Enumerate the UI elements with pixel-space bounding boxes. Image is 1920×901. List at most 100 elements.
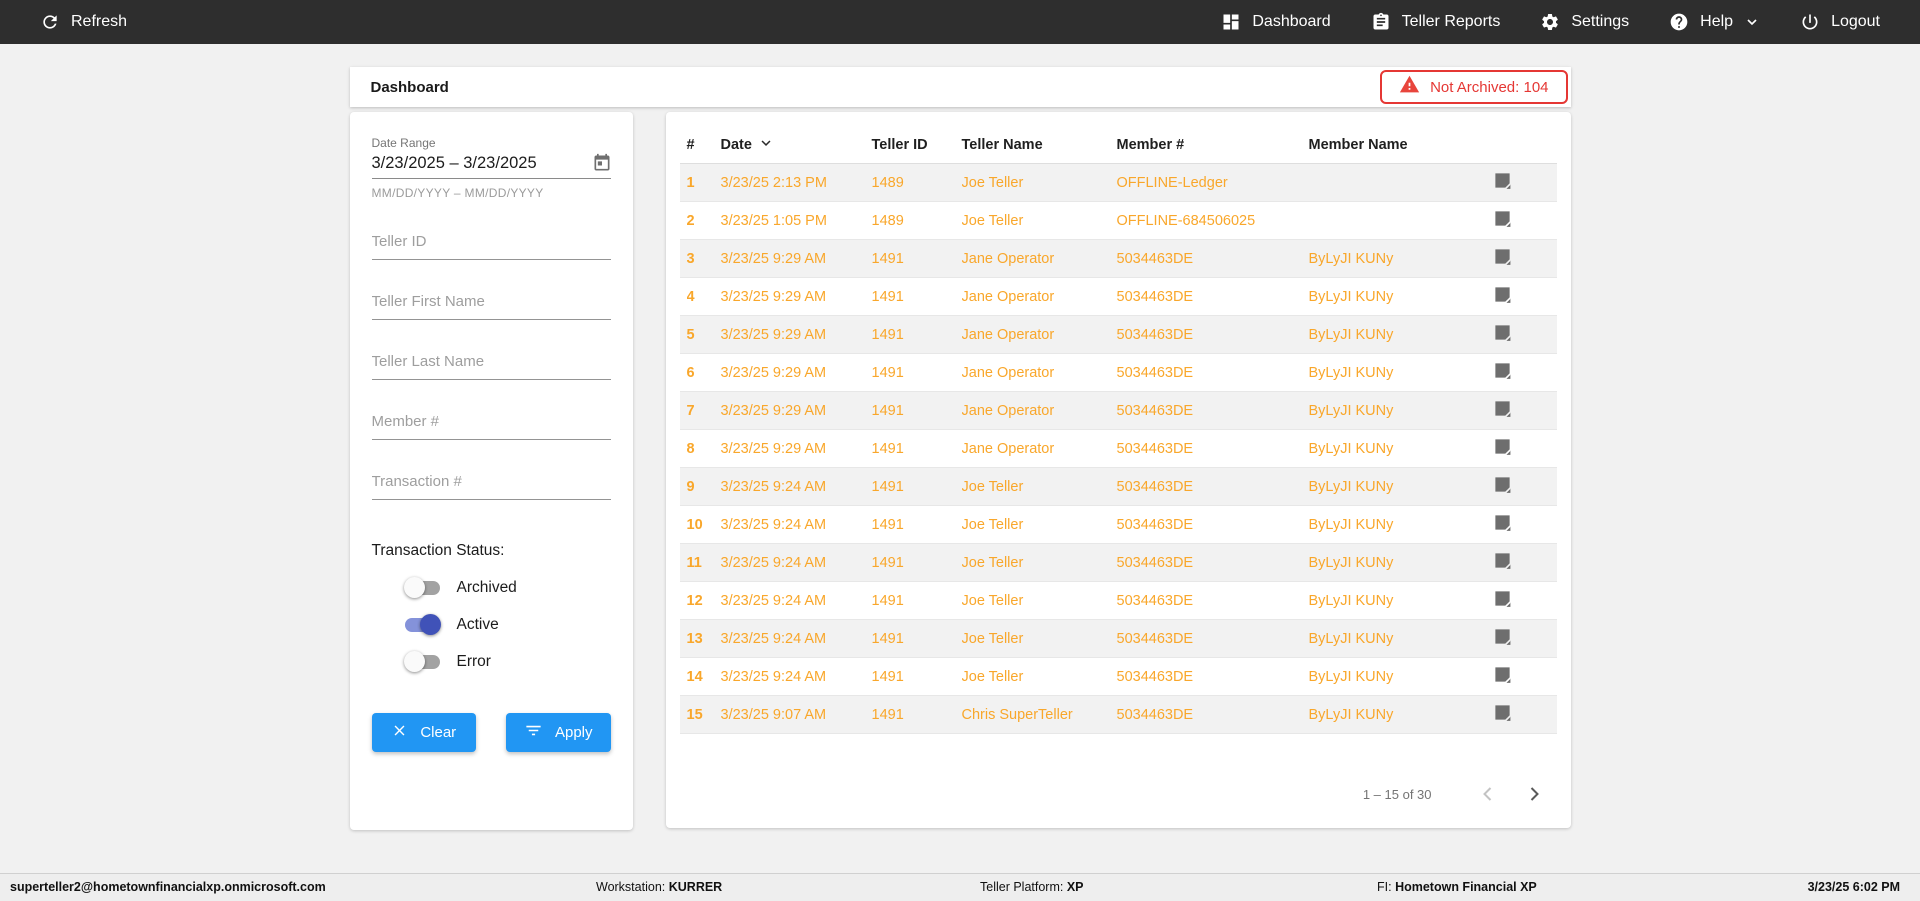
table-row[interactable]: 2 3/23/25 1:05 PM 1489 Joe Teller OFFLIN… [679,202,1557,240]
cell-member-number: 5034463DE [1116,630,1194,647]
col-teller-name: Teller Name [961,136,1043,153]
table-row[interactable]: 6 3/23/25 9:29 AM 1491 Jane Operator 503… [679,354,1557,392]
date-range-helper: MM/DD/YYYY – MM/DD/YYYY [371,186,544,200]
col-number: # [686,136,695,153]
table-row[interactable]: 4 3/23/25 9:29 AM 1491 Jane Operator 503… [679,278,1557,316]
table-row[interactable]: 7 3/23/25 9:29 AM 1491 Jane Operator 503… [679,392,1557,430]
date-picker-button[interactable] [592,153,612,173]
top-navbar: Refresh Dashboard Teller Reports Setting… [0,0,1920,44]
table-row[interactable]: 13 3/23/25 9:24 AM 1491 Joe Teller 50344… [679,620,1557,658]
error-toggle[interactable]: Error [372,651,611,672]
teller-last-name-input[interactable] [371,353,611,370]
cell-member-name: ByLyJI KUNy [1308,288,1394,305]
cell-teller-name: Jane Operator [961,440,1055,457]
cell-num: 1 [686,174,695,191]
table-row[interactable]: 1 3/23/25 2:13 PM 1489 Joe Teller OFFLIN… [679,164,1557,202]
cell-member-name: ByLyJI KUNy [1308,668,1394,685]
note-icon[interactable] [1493,171,1512,195]
teller-first-name-input[interactable] [371,293,611,310]
table-row[interactable]: 11 3/23/25 9:24 AM 1491 Joe Teller 50344… [679,544,1557,582]
cell-teller-id: 1491 [871,630,904,647]
note-icon[interactable] [1493,513,1512,537]
transaction-number-input[interactable] [371,473,611,490]
next-page-button[interactable] [1522,782,1546,806]
cell-teller-name: Jane Operator [961,364,1055,381]
note-icon[interactable] [1493,627,1512,651]
table-row[interactable]: 3 3/23/25 9:29 AM 1491 Jane Operator 503… [679,240,1557,278]
note-icon[interactable] [1493,399,1512,423]
clear-button[interactable]: Clear [371,713,476,752]
chevron-left-icon [1476,787,1500,809]
cell-member-name: ByLyJI KUNy [1308,440,1394,457]
cell-num: 3 [686,250,695,267]
note-icon[interactable] [1493,323,1512,347]
nav-teller-reports[interactable]: Teller Reports [1371,12,1500,32]
help-icon [1669,12,1689,32]
cell-num: 14 [686,668,703,685]
note-icon[interactable] [1493,361,1512,385]
nav-dashboard[interactable]: Dashboard [1221,12,1331,32]
apply-button[interactable]: Apply [506,713,611,752]
note-icon[interactable] [1493,475,1512,499]
cell-teller-name: Joe Teller [961,516,1024,533]
page-range-label: 1 – 15 of 30 [1362,786,1432,802]
note-icon[interactable] [1493,285,1512,309]
cell-member-name: ByLyJI KUNy [1308,326,1394,343]
cell-member-number: 5034463DE [1116,364,1194,381]
cell-date: 3/23/25 9:24 AM [720,516,827,533]
cell-date: 3/23/25 9:29 AM [720,288,827,305]
table-row[interactable]: 12 3/23/25 9:24 AM 1491 Joe Teller 50344… [679,582,1557,620]
note-icon[interactable] [1493,247,1512,271]
date-sort-header[interactable]: Date [721,134,872,156]
cell-member-name: ByLyJI KUNy [1308,554,1394,571]
cell-member-number: 5034463DE [1116,516,1194,533]
table-row[interactable]: 14 3/23/25 9:24 AM 1491 Joe Teller 50344… [679,658,1557,696]
power-icon [1800,12,1820,32]
cell-date: 3/23/25 9:24 AM [720,554,827,571]
cell-num: 9 [686,478,695,495]
note-icon[interactable] [1493,665,1512,689]
table-row[interactable]: 10 3/23/25 9:24 AM 1491 Joe Teller 50344… [679,506,1557,544]
teller-id-input[interactable] [371,233,611,250]
note-icon[interactable] [1493,703,1512,727]
cell-member-name: ByLyJI KUNy [1308,478,1394,495]
cell-teller-name: Joe Teller [961,554,1024,571]
cell-date: 3/23/25 9:29 AM [720,402,827,419]
cell-num: 2 [686,212,695,229]
refresh-button[interactable]: Refresh [40,12,127,32]
cell-num: 15 [686,706,703,723]
archived-toggle[interactable]: Archived [372,577,611,598]
table-row[interactable]: 8 3/23/25 9:29 AM 1491 Jane Operator 503… [679,430,1557,468]
table-row[interactable]: 15 3/23/25 9:07 AM 1491 Chris SuperTelle… [679,696,1557,734]
note-icon[interactable] [1493,209,1512,233]
date-range-input[interactable] [371,153,592,173]
previous-page-button[interactable] [1476,782,1500,806]
table-row[interactable]: 9 3/23/25 9:24 AM 1491 Joe Teller 503446… [679,468,1557,506]
note-icon[interactable] [1493,551,1512,575]
cell-teller-name: Jane Operator [961,326,1055,343]
nav-settings[interactable]: Settings [1540,12,1629,32]
cell-member-number: 5034463DE [1116,706,1194,723]
note-icon[interactable] [1493,437,1512,461]
col-teller-id: Teller ID [871,136,928,153]
cell-member-name: ByLyJI KUNy [1308,402,1394,419]
cell-member-number: OFFLINE-Ledger [1116,174,1228,191]
financial-institution-status: FI: Hometown Financial XP [1377,880,1537,894]
table-row[interactable]: 5 3/23/25 9:29 AM 1491 Jane Operator 503… [679,316,1557,354]
active-toggle[interactable]: Active [372,614,611,635]
cell-teller-id: 1491 [871,706,904,723]
cell-num: 11 [686,554,702,571]
cell-member-number: 5034463DE [1116,554,1194,571]
note-icon[interactable] [1493,589,1512,613]
cell-teller-id: 1489 [871,174,904,191]
cell-member-number: 5034463DE [1116,478,1194,495]
cell-date: 3/23/25 9:07 AM [720,706,827,723]
nav-help[interactable]: Help [1669,12,1760,32]
cell-date: 3/23/25 2:13 PM [720,174,827,191]
cell-date: 3/23/25 9:24 AM [720,592,827,609]
cell-num: 10 [686,516,703,533]
cell-teller-id: 1491 [871,364,904,381]
nav-logout[interactable]: Logout [1800,12,1880,32]
cell-member-number: 5034463DE [1116,250,1194,267]
member-number-input[interactable] [371,413,611,430]
